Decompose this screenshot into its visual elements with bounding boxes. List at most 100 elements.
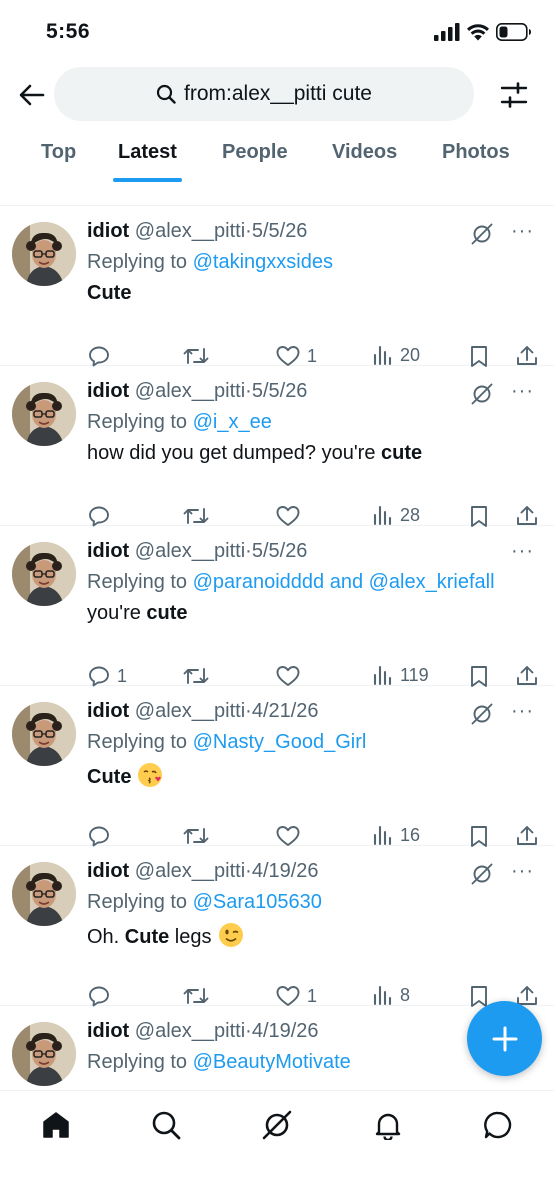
tab-photos[interactable]: Photos xyxy=(442,128,510,182)
author-name[interactable]: idiot xyxy=(87,1020,129,1042)
bookmark-button[interactable] xyxy=(468,504,490,528)
grok-button[interactable] xyxy=(470,702,494,732)
bookmark-button[interactable] xyxy=(468,664,490,688)
views-button[interactable]: 16 xyxy=(372,824,420,846)
author-handle[interactable]: @alex__pitti xyxy=(135,860,245,882)
author-name[interactable]: idiot xyxy=(87,860,129,882)
reply-mention[interactable]: @Nasty_Good_Girl xyxy=(193,731,367,753)
filter-button[interactable] xyxy=(498,79,530,111)
retweet-button[interactable] xyxy=(182,664,210,688)
back-button[interactable] xyxy=(16,79,48,111)
nav-grok[interactable] xyxy=(257,1105,297,1145)
retweet-button[interactable] xyxy=(182,984,210,1008)
like-button[interactable]: 1 xyxy=(275,344,317,368)
like-button[interactable] xyxy=(275,664,307,688)
share-button[interactable] xyxy=(515,344,539,368)
avatar[interactable] xyxy=(12,702,76,766)
like-button[interactable] xyxy=(275,824,307,848)
tweet-date[interactable]: 4/21/26 xyxy=(252,700,319,722)
author-name[interactable]: idiot xyxy=(87,540,129,562)
avatar-photo xyxy=(12,382,76,446)
like-button[interactable] xyxy=(275,504,307,528)
retweet-button[interactable] xyxy=(182,344,210,368)
tweet-date[interactable]: 4/19/26 xyxy=(252,860,319,882)
more-options-button[interactable]: ··· xyxy=(511,220,534,243)
tweet[interactable]: idiot @alex__pitti·5/5/26 ··· Replying to … xyxy=(0,526,554,688)
share-button[interactable] xyxy=(515,504,539,528)
author-handle[interactable]: @alex__pitti xyxy=(135,700,245,722)
views-button[interactable]: 8 xyxy=(372,984,410,1006)
author-name[interactable]: idiot xyxy=(87,380,129,402)
nav-search[interactable] xyxy=(146,1105,186,1145)
tweet[interactable]: idiot @alex__pitti·5/5/26 ··· Replying to … xyxy=(0,366,554,528)
avatar-photo xyxy=(12,1022,76,1086)
views-icon xyxy=(373,985,392,1006)
reply-mention[interactable]: @i_x_ee xyxy=(193,411,272,433)
reply-mention[interactable]: @takingxxsides xyxy=(193,251,333,273)
tab-latest[interactable]: Latest xyxy=(113,128,182,182)
tab-people[interactable]: People xyxy=(222,128,288,182)
author-name[interactable]: idiot xyxy=(87,220,129,242)
grok-button[interactable] xyxy=(470,382,494,412)
bookmark-button[interactable] xyxy=(468,824,490,848)
tweet[interactable]: idiot @alex__pitti·4/19/26 ··· Replying to… xyxy=(0,846,554,1008)
reply-button[interactable] xyxy=(87,344,117,368)
tab-videos[interactable]: Videos xyxy=(332,128,397,182)
tweet-text-pre: Oh. xyxy=(87,926,125,948)
avatar[interactable] xyxy=(12,862,76,926)
meta-separator: · xyxy=(245,1020,252,1042)
retweet-button[interactable] xyxy=(182,504,210,528)
partial-tweet-actions xyxy=(0,182,554,206)
reply-button[interactable] xyxy=(87,984,117,1008)
reply-button[interactable]: 1 xyxy=(87,664,127,688)
avatar[interactable] xyxy=(12,222,76,286)
tweet-date[interactable]: 5/5/26 xyxy=(252,220,308,242)
reply-mention-2[interactable]: @alex_kriefall xyxy=(369,571,495,593)
bookmark-button[interactable] xyxy=(468,344,490,368)
tweet[interactable]: idiot @alex__pitti·4/21/26 ··· Replying to… xyxy=(0,686,554,848)
like-icon xyxy=(276,666,300,686)
reply-mention[interactable]: @paranoidddd xyxy=(193,571,325,593)
avatar[interactable] xyxy=(12,382,76,446)
more-options-button[interactable]: ··· xyxy=(511,700,534,723)
avatar-photo xyxy=(12,702,76,766)
retweet-button[interactable] xyxy=(182,824,210,848)
tweet[interactable]: idiot @alex__pitti·5/5/26 ··· Replying to … xyxy=(0,206,554,368)
author-handle[interactable]: @alex__pitti xyxy=(135,380,245,402)
reply-button[interactable] xyxy=(87,824,117,848)
retweet-icon xyxy=(183,668,209,684)
author-handle[interactable]: @alex__pitti xyxy=(135,220,245,242)
more-options-button[interactable]: ··· xyxy=(511,860,534,883)
author-handle[interactable]: @alex__pitti xyxy=(135,540,245,562)
tweet-date[interactable]: 4/19/26 xyxy=(252,1020,319,1042)
tweet-header: idiot @alex__pitti·5/5/26 ··· xyxy=(87,380,534,406)
replying-to: Replying to @BeautyMotivate xyxy=(87,1051,351,1074)
more-options-button[interactable]: ··· xyxy=(511,540,534,563)
like-button[interactable]: 1 xyxy=(275,984,317,1008)
grok-button[interactable] xyxy=(470,222,494,252)
nav-notifications[interactable] xyxy=(368,1105,408,1145)
share-button[interactable] xyxy=(515,824,539,848)
grok-button[interactable] xyxy=(470,862,494,892)
reply-mention[interactable]: @BeautyMotivate xyxy=(193,1051,351,1073)
views-button[interactable]: 20 xyxy=(372,344,420,366)
battery-icon xyxy=(496,23,531,41)
tab-top[interactable]: Top xyxy=(41,128,76,182)
nav-messages[interactable] xyxy=(478,1105,518,1145)
compose-button[interactable] xyxy=(467,1001,542,1076)
views-button[interactable]: 119 xyxy=(372,664,429,686)
views-icon xyxy=(373,825,392,846)
search-input[interactable]: from:alex__pitti cute xyxy=(54,67,474,121)
nav-home[interactable] xyxy=(36,1105,76,1145)
reply-button[interactable] xyxy=(87,504,117,528)
tweet-date[interactable]: 5/5/26 xyxy=(252,380,308,402)
author-handle[interactable]: @alex__pitti xyxy=(135,1020,245,1042)
share-button[interactable] xyxy=(515,664,539,688)
tweet-date[interactable]: 5/5/26 xyxy=(252,540,308,562)
avatar[interactable] xyxy=(12,542,76,606)
reply-mention[interactable]: @Sara105630 xyxy=(193,891,322,913)
author-name[interactable]: idiot xyxy=(87,700,129,722)
views-button[interactable]: 28 xyxy=(372,504,420,526)
more-options-button[interactable]: ··· xyxy=(511,380,534,403)
avatar[interactable] xyxy=(12,1022,76,1086)
